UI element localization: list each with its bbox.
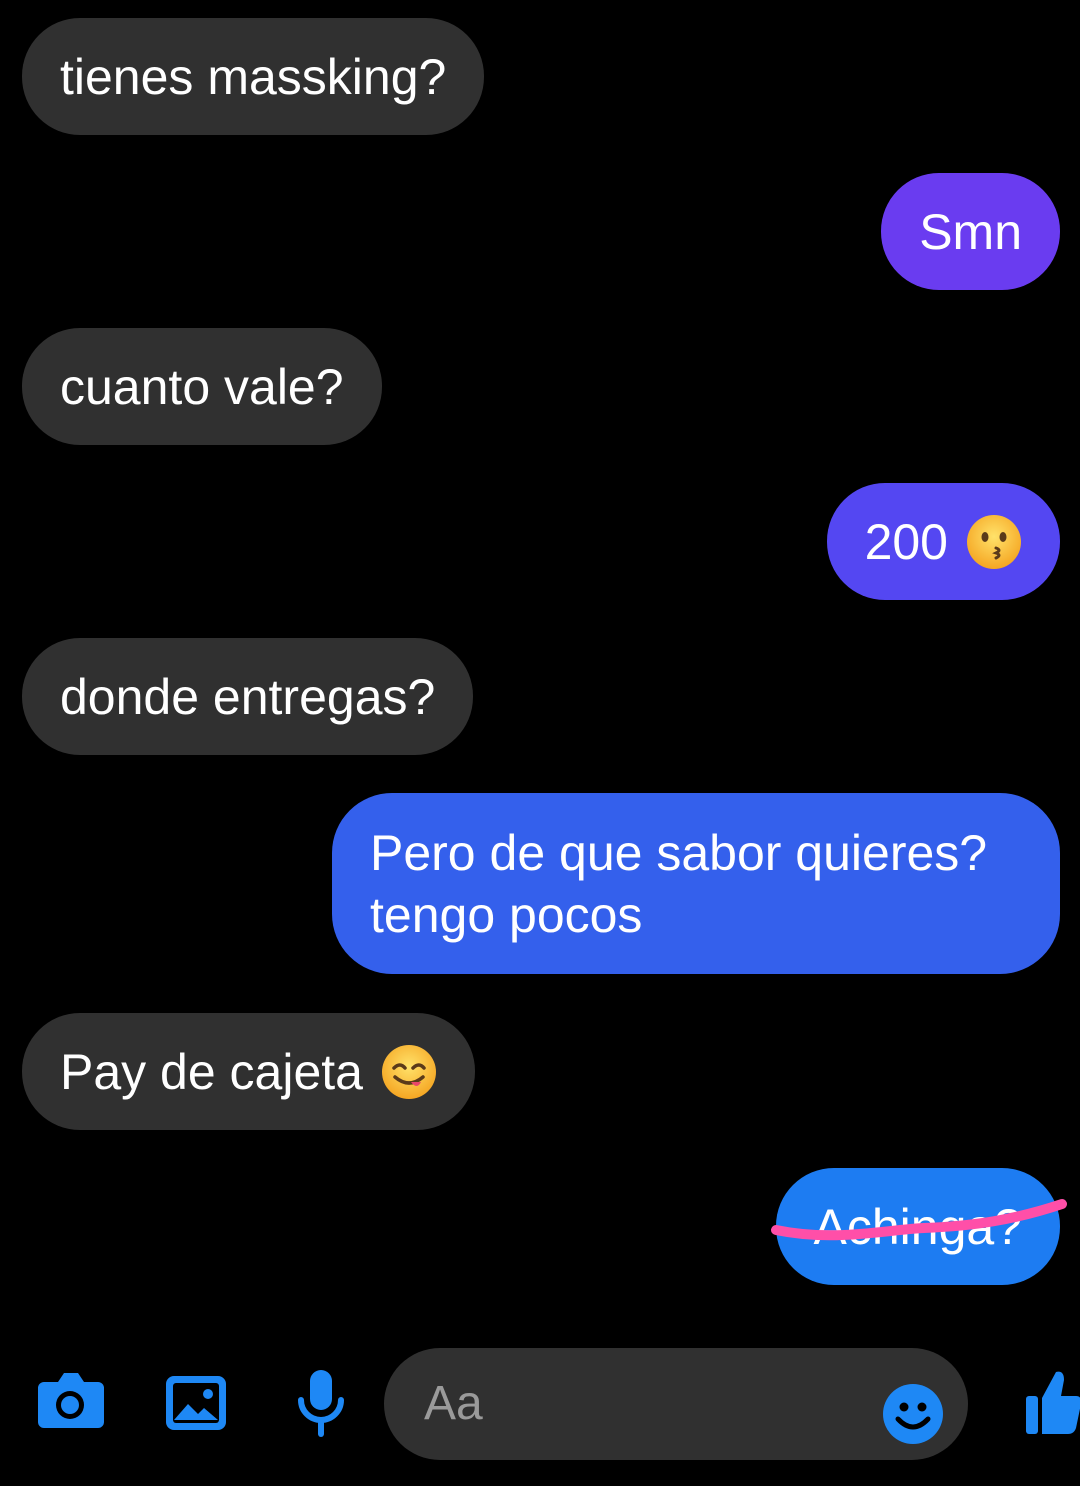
emoji-icon[interactable] bbox=[882, 1374, 944, 1486]
outgoing-message[interactable]: Pero de que sabor quieres? tengo pocos bbox=[332, 793, 1060, 974]
composer-bar: Aa bbox=[0, 1340, 1080, 1460]
message-text: Smn bbox=[919, 203, 1022, 260]
microphone-icon[interactable] bbox=[296, 1368, 346, 1443]
incoming-message[interactable]: cuanto vale? bbox=[22, 328, 382, 445]
outgoing-message[interactable]: Smn bbox=[881, 173, 1060, 290]
outgoing-message[interactable]: Achinga? bbox=[770, 1168, 1067, 1285]
outgoing-message[interactable]: 200 bbox=[826, 483, 1060, 600]
message-text-line-1: Pero de que sabor quieres? bbox=[370, 824, 988, 881]
pink-strike-scribble bbox=[770, 1198, 1067, 1240]
message-text: 200 bbox=[864, 513, 948, 570]
incoming-message[interactable]: Pay de cajeta bbox=[22, 1013, 475, 1130]
message-text: Pay de cajeta bbox=[60, 1043, 363, 1100]
like-icon[interactable] bbox=[1024, 1368, 1080, 1443]
message-text: tienes massking? bbox=[60, 48, 447, 105]
message-text-line-2: tengo pocos bbox=[370, 886, 643, 943]
message-text: Achinga? bbox=[770, 1196, 1067, 1258]
incoming-message[interactable]: donde entregas? bbox=[22, 638, 474, 755]
message-input-placeholder: Aa bbox=[424, 1377, 483, 1430]
message-input[interactable]: Aa bbox=[384, 1348, 968, 1460]
gallery-icon[interactable] bbox=[164, 1374, 228, 1437]
message-text: donde entregas? bbox=[60, 668, 436, 725]
kissing-face-emoji-icon bbox=[966, 514, 1022, 570]
yum-face-emoji-icon bbox=[381, 1044, 437, 1100]
camera-icon[interactable] bbox=[36, 1370, 104, 1437]
incoming-message[interactable]: tienes massking? bbox=[22, 18, 485, 135]
message-text: cuanto vale? bbox=[60, 358, 344, 415]
